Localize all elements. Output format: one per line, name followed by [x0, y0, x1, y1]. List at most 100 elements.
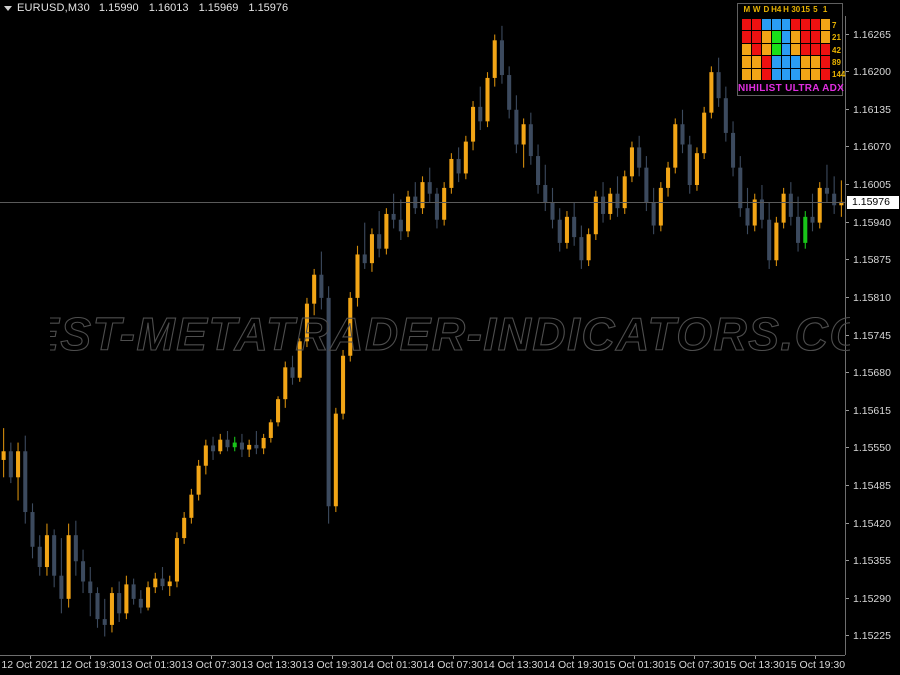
indicator-cell[interactable]: [771, 43, 781, 56]
price-tick: 1.15355: [846, 555, 900, 567]
indicator-cell[interactable]: [781, 68, 791, 80]
price-tick-label: 1.15355: [853, 555, 891, 568]
indicator-cell[interactable]: [791, 68, 801, 80]
indicator-cell[interactable]: [801, 68, 811, 80]
indicator-cell[interactable]: [821, 43, 830, 56]
indicator-cell[interactable]: [761, 31, 771, 43]
indicator-cell[interactable]: [742, 31, 751, 43]
indicator-cell[interactable]: [811, 68, 821, 80]
price-tick: 1.16070: [846, 141, 900, 153]
price-tick-mark: [846, 184, 849, 185]
time-axis[interactable]: 12 Oct 2021 12 Oct 19:30 13 Oct 01:30 13 Oc…: [0, 656, 845, 675]
indicator-column-label: W: [752, 5, 761, 14]
indicator-cell[interactable]: [761, 19, 771, 31]
indicator-cell[interactable]: [811, 31, 821, 43]
price-tick-mark: [846, 560, 849, 562]
price-tick-label: 1.15550: [853, 442, 891, 455]
indicator-cell[interactable]: [811, 19, 821, 31]
ohlc-readout: 1.15990 1.16013 1.15969 1.15976: [99, 2, 295, 14]
price-tick: 1.15550: [846, 442, 900, 454]
indicator-cell[interactable]: [821, 31, 830, 43]
indicator-cell[interactable]: [801, 56, 811, 68]
price-tick-mark: [846, 71, 849, 73]
ohlc-low: 1.15969: [198, 2, 239, 14]
indicator-cell[interactable]: [781, 43, 791, 56]
indicator-row-label: 7: [832, 21, 837, 31]
triangle-down-icon[interactable]: [4, 5, 12, 11]
indicator-cell[interactable]: [751, 19, 761, 31]
candlestick-series: [1, 25, 844, 637]
time-tick-label: 12 Oct 19:30: [60, 659, 121, 671]
indicator-cell[interactable]: [781, 56, 791, 68]
indicator-row-label: 21: [832, 33, 841, 43]
price-tick-mark: [846, 597, 849, 599]
time-tick-label: 13 Oct 19:30: [301, 659, 362, 671]
price-tick-mark: [846, 635, 849, 637]
time-tick-label: 15 Oct 19:30: [784, 659, 846, 671]
indicator-signal-grid[interactable]: [742, 19, 830, 80]
indicator-column-label: H4: [771, 5, 782, 14]
time-tick-label: 15 Oct 13:30: [724, 659, 785, 671]
indicator-cell[interactable]: [742, 43, 751, 56]
indicator-cell[interactable]: [821, 19, 830, 31]
indicator-cell[interactable]: [821, 68, 830, 80]
indicator-cell[interactable]: [771, 19, 781, 31]
price-tick: 1.15420: [846, 518, 900, 530]
indicator-cell[interactable]: [761, 68, 771, 80]
ohlc-close: 1.15976: [248, 2, 289, 14]
price-tick: 1.15485: [846, 480, 900, 492]
indicator-cell[interactable]: [751, 68, 761, 80]
price-tick-mark: [846, 259, 849, 261]
indicator-cell[interactable]: [791, 19, 801, 31]
price-tick-mark: [846, 522, 849, 524]
indicator-cell[interactable]: [811, 43, 821, 56]
indicator-cell[interactable]: [771, 31, 781, 43]
indicator-cell[interactable]: [811, 56, 821, 68]
nihilist-ultra-adx-panel[interactable]: M W D H4 H 30 15 5 1 NIHILIST ULTRA ADX 7 21 42 89 1…: [737, 3, 846, 96]
indicator-cell[interactable]: [751, 31, 761, 43]
price-tick: 1.16005: [846, 179, 900, 191]
indicator-row-label: 42: [832, 45, 841, 55]
indicator-cell[interactable]: [781, 31, 791, 43]
price-tick-label: 1.15875: [853, 254, 891, 267]
time-tick-label: 14 Oct 19:30: [543, 659, 604, 671]
indicator-cell[interactable]: [751, 56, 761, 68]
indicator-column-label: 1: [822, 5, 828, 14]
indicator-cell[interactable]: [761, 56, 771, 68]
indicator-column-label: M: [743, 5, 751, 14]
indicator-cell[interactable]: [742, 56, 751, 68]
indicator-column-label: D: [763, 5, 770, 14]
indicator-cell[interactable]: [801, 31, 811, 43]
price-tick: 1.16135: [846, 104, 900, 116]
time-tick-label: 14 Oct 01:30: [362, 659, 423, 671]
price-tick-mark: [846, 221, 849, 223]
price-tick-label: 1.15940: [853, 216, 891, 229]
price-tick-label: 1.15745: [853, 329, 891, 342]
price-tick: 1.16200: [846, 66, 900, 78]
price-tick-mark: [846, 33, 849, 35]
indicator-cell[interactable]: [801, 43, 811, 56]
indicator-row-label: 144: [832, 69, 846, 79]
indicator-cell[interactable]: [761, 43, 771, 56]
time-tick-label: 14 Oct 13:30: [483, 659, 544, 671]
indicator-cell[interactable]: [771, 68, 781, 80]
indicator-cell[interactable]: [791, 43, 801, 56]
indicator-cell[interactable]: [742, 19, 751, 31]
indicator-cell[interactable]: [751, 43, 761, 56]
price-tick: 1.15875: [846, 254, 900, 266]
indicator-cell[interactable]: [801, 19, 811, 31]
indicator-cell[interactable]: [781, 19, 791, 31]
price-tick-label: 1.15615: [853, 404, 891, 417]
chart-plot-area[interactable]: [0, 16, 845, 655]
time-tick-label: 13 Oct 07:30: [181, 659, 242, 671]
indicator-cell[interactable]: [742, 68, 751, 80]
price-tick-label: 1.16265: [853, 28, 891, 41]
price-tick-mark: [846, 409, 849, 411]
indicator-cell[interactable]: [791, 31, 801, 43]
indicator-cell[interactable]: [771, 56, 781, 68]
indicator-cell[interactable]: [821, 56, 830, 68]
indicator-cell[interactable]: [791, 56, 801, 68]
price-axis[interactable]: 1.15976 1.16265 1.16200 1.16135 1.16070 1.16…: [846, 0, 900, 675]
price-tick-label: 1.15810: [853, 291, 891, 304]
indicator-column-label: 5: [813, 5, 818, 14]
